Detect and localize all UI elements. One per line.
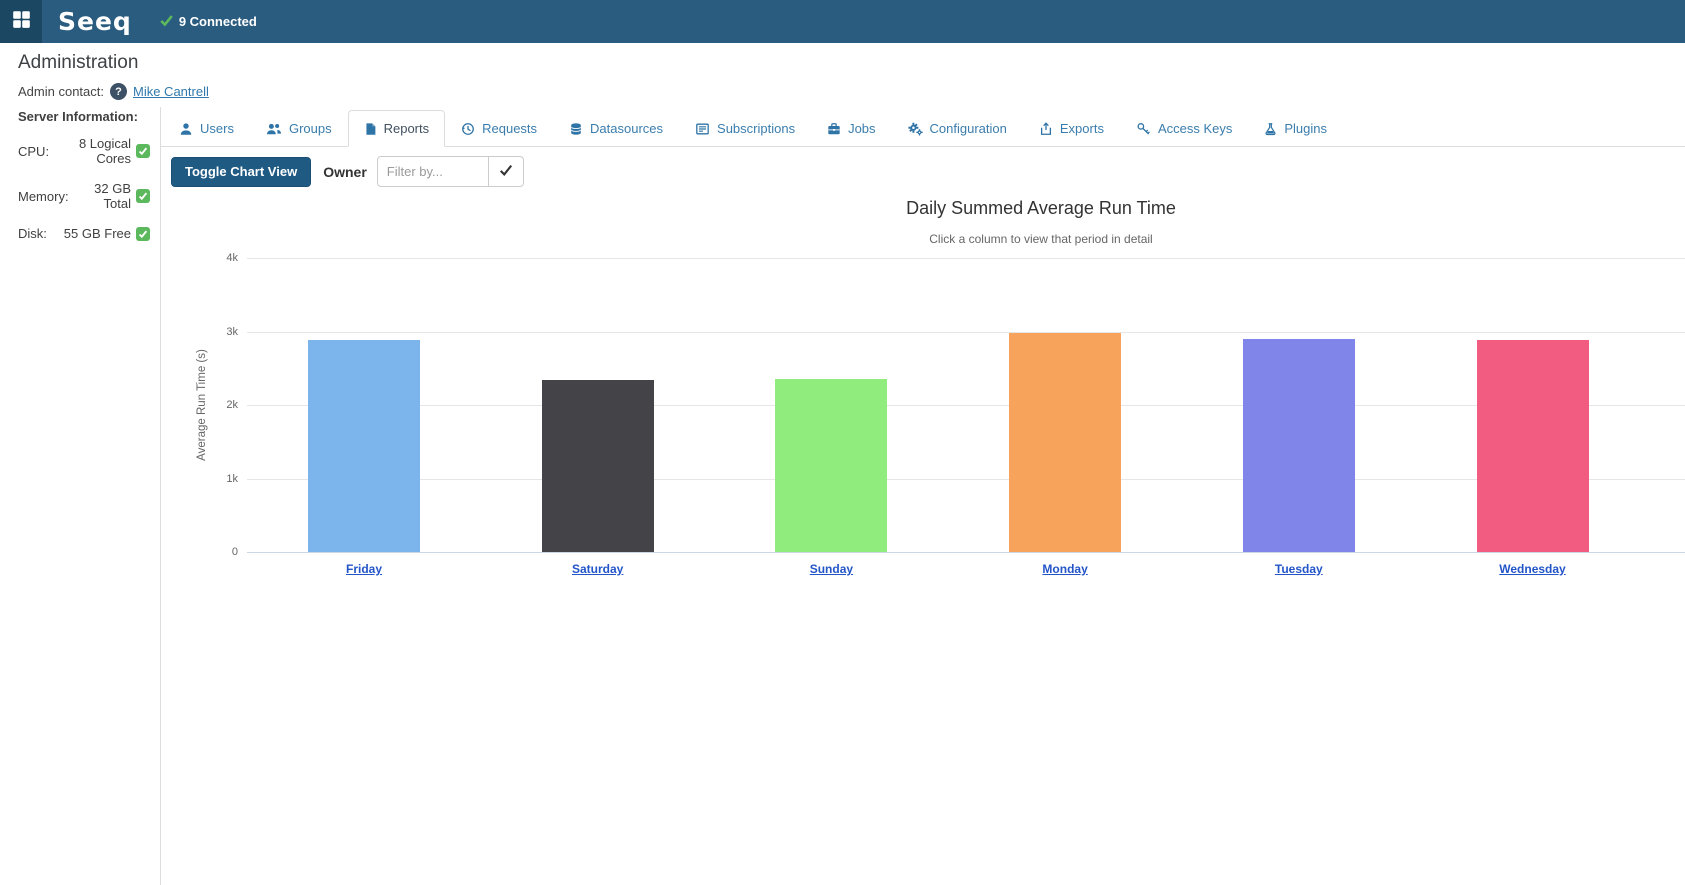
admin-contact-row: Admin contact: ? Mike Cantrell (18, 83, 1685, 100)
y-tick-label: 0 (168, 546, 238, 558)
tab-label: Reports (384, 121, 430, 136)
run-time-bar-chart: Daily Summed Average Run Time Click a co… (161, 187, 1685, 612)
chart-subtitle: Click a column to view that period in de… (161, 232, 1685, 246)
tab-label: Requests (482, 121, 537, 136)
check-icon (160, 14, 173, 30)
server-info-label: Disk: (18, 226, 47, 241)
seeq-logo[interactable]: Seeq (58, 7, 132, 36)
file-icon (364, 122, 377, 136)
database-icon (569, 122, 583, 136)
bar-wednesday[interactable] (1477, 340, 1589, 552)
bar-saturday[interactable] (542, 380, 654, 552)
chart-plot-area (247, 258, 1685, 552)
tab-configuration[interactable]: Configuration (892, 110, 1023, 147)
subscriptions-icon (695, 122, 710, 136)
bar-tuesday[interactable] (1243, 339, 1355, 552)
server-info-label: CPU: (18, 144, 49, 159)
x-label-sunday[interactable]: Sunday (741, 562, 921, 576)
gridline (247, 332, 1685, 333)
chart-title: Daily Summed Average Run Time (161, 198, 1685, 219)
bar-monday[interactable] (1009, 333, 1121, 552)
apply-filter-button[interactable] (489, 156, 524, 187)
group-icon (266, 122, 282, 136)
tab-label: Jobs (848, 121, 875, 136)
export-icon (1039, 122, 1053, 136)
x-label-wednesday[interactable]: Wednesday (1443, 562, 1623, 576)
report-toolbar: Toggle Chart View Owner (171, 156, 1685, 187)
grid-icon (12, 10, 31, 34)
server-info-row: Disk: 55 GB Free (18, 226, 150, 241)
tab-requests[interactable]: Requests (445, 110, 553, 147)
main-layout: Server Information: CPU:8 Logical Cores M… (0, 107, 1685, 885)
toggle-chart-view-button[interactable]: Toggle Chart View (171, 157, 311, 187)
admin-tabs: Users Groups Reports Requests Datasources Sub… (161, 107, 1685, 147)
owner-filter-input[interactable] (377, 156, 489, 187)
admin-content: Users Groups Reports Requests Datasources Sub… (161, 107, 1685, 885)
tab-label: Configuration (930, 121, 1007, 136)
top-navigation-bar: Seeq 9 Connected (0, 0, 1685, 43)
x-axis-line (247, 552, 1685, 553)
gridline (247, 479, 1685, 480)
tab-groups[interactable]: Groups (250, 110, 348, 147)
user-icon (179, 122, 193, 136)
y-tick-label: 2k (168, 399, 238, 411)
owner-filter-group (377, 156, 524, 187)
page-header: Administration Admin contact: ? Mike Can… (0, 43, 1685, 100)
tab-label: Groups (289, 121, 332, 136)
flask-icon (1264, 122, 1277, 136)
admin-contact-link[interactable]: Mike Cantrell (133, 84, 209, 99)
server-info-value: 8 Logical Cores (49, 136, 131, 166)
server-info-label: Memory: (18, 189, 69, 204)
server-info-list: CPU:8 Logical Cores Memory:32 GB Total Dis… (18, 136, 150, 241)
server-info-title: Server Information: (18, 109, 150, 124)
tab-subscriptions[interactable]: Subscriptions (679, 110, 811, 147)
gridline (247, 258, 1685, 259)
tab-label: Plugins (1284, 121, 1327, 136)
gears-icon (908, 122, 923, 136)
history-icon (461, 122, 475, 136)
app-switcher-button[interactable] (0, 0, 42, 43)
tab-jobs[interactable]: Jobs (811, 110, 891, 147)
check-icon (136, 189, 150, 203)
tab-reports[interactable]: Reports (348, 110, 446, 147)
tab-label: Subscriptions (717, 121, 795, 136)
check-icon (499, 163, 513, 180)
y-tick-label: 3k (168, 326, 238, 338)
y-tick-label: 4k (168, 252, 238, 264)
gridline (247, 405, 1685, 406)
tab-label: Access Keys (1158, 121, 1232, 136)
x-label-saturday[interactable]: Saturday (508, 562, 688, 576)
tab-access-keys[interactable]: Access Keys (1120, 110, 1248, 147)
page-title: Administration (18, 52, 1685, 74)
server-info-row: Memory:32 GB Total (18, 181, 150, 211)
check-icon (136, 144, 150, 158)
x-label-monday[interactable]: Monday (975, 562, 1155, 576)
connection-status-label: 9 Connected (179, 14, 257, 29)
bar-sunday[interactable] (775, 379, 887, 552)
y-tick-label: 1k (168, 473, 238, 485)
server-info-value: 55 GB Free (64, 226, 131, 241)
tab-label: Exports (1060, 121, 1104, 136)
server-info-sidebar: Server Information: CPU:8 Logical Cores M… (0, 107, 161, 885)
tab-label: Datasources (590, 121, 663, 136)
server-info-value: 32 GB Total (69, 181, 131, 211)
owner-filter-label: Owner (323, 164, 367, 180)
connection-status[interactable]: 9 Connected (160, 14, 257, 30)
check-icon (136, 227, 150, 241)
tab-exports[interactable]: Exports (1023, 110, 1120, 147)
bar-friday[interactable] (308, 340, 420, 552)
x-label-tuesday[interactable]: Tuesday (1209, 562, 1389, 576)
help-icon[interactable]: ? (110, 83, 127, 100)
tab-users[interactable]: Users (163, 110, 250, 147)
tab-label: Users (200, 121, 234, 136)
briefcase-icon (827, 122, 841, 136)
tab-datasources[interactable]: Datasources (553, 110, 679, 147)
x-label-friday[interactable]: Friday (274, 562, 454, 576)
admin-contact-label: Admin contact: (18, 84, 104, 99)
key-icon (1136, 122, 1151, 136)
server-info-row: CPU:8 Logical Cores (18, 136, 150, 166)
tab-plugins[interactable]: Plugins (1248, 110, 1343, 147)
